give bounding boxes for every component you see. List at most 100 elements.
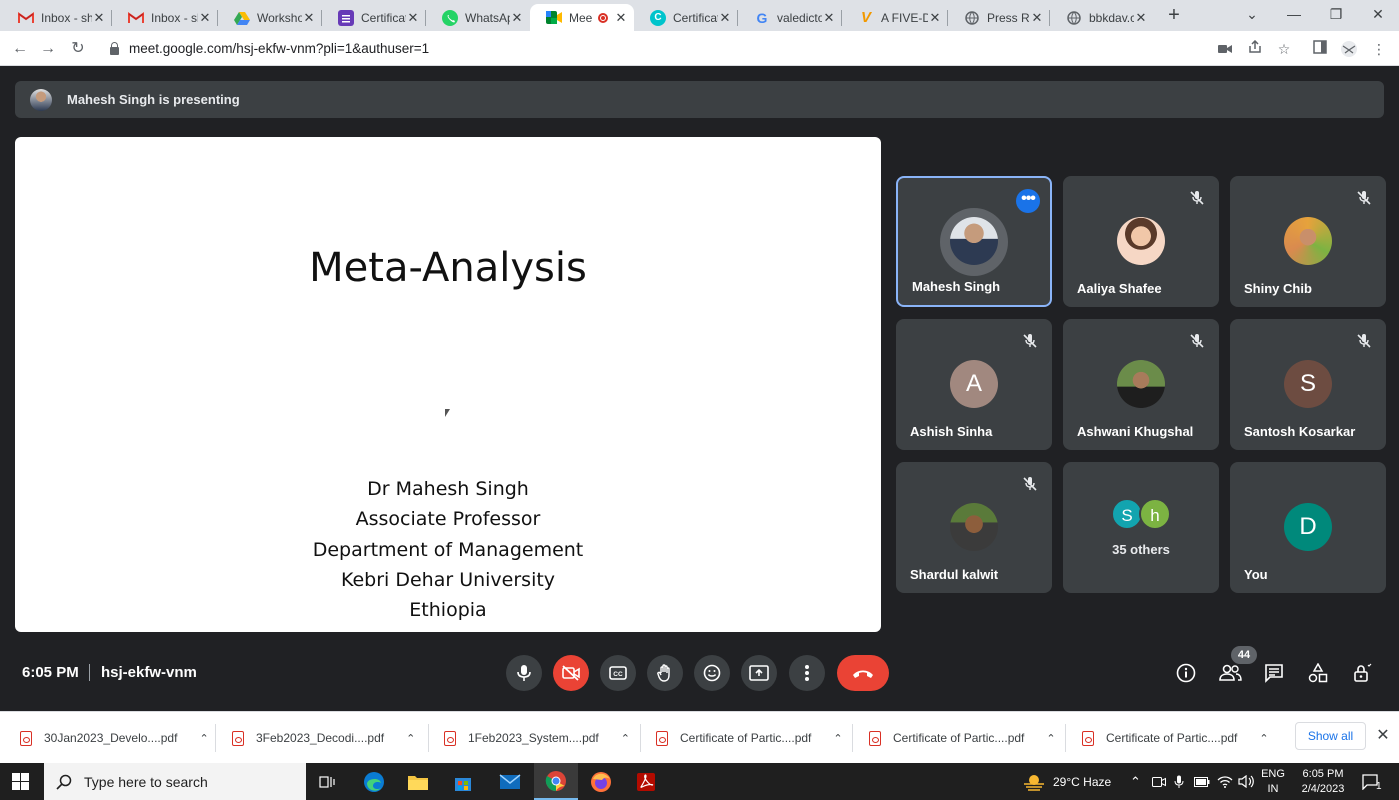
download-item[interactable]: 3Feb2023_Decodi....pdf ⌃ (232, 712, 415, 764)
reload-icon[interactable]: ↻ (67, 38, 89, 60)
new-tab-button[interactable]: + (1163, 4, 1185, 26)
chevron-up-icon[interactable]: ⌃ (1046, 732, 1055, 745)
close-icon[interactable]: ✕ (1374, 727, 1392, 745)
close-icon[interactable]: ✕ (718, 10, 732, 26)
weather-widget[interactable]: 29°C Haze (1023, 763, 1111, 800)
avatar (950, 503, 998, 551)
participant-tile[interactable]: Aaliya Shafee (1063, 176, 1219, 307)
download-item[interactable]: Certificate of Partic....pdf ⌃ (656, 712, 843, 764)
chat-button[interactable] (1262, 661, 1286, 685)
browser-tab[interactable]: Worksho ✕ (218, 4, 322, 31)
address-bar[interactable]: meet.google.com/hsj-ekfw-vnm?pli=1&authu… (100, 34, 1200, 63)
close-icon[interactable]: ✕ (614, 10, 628, 26)
meet-tray-icon[interactable] (1152, 763, 1166, 800)
browser-tab-active[interactable]: Meet ✕ (530, 4, 634, 31)
taskbar-search-input[interactable]: Type here to search (44, 763, 306, 800)
captions-button[interactable]: CC (600, 655, 636, 691)
show-all-downloads-button[interactable]: Show all (1295, 722, 1366, 750)
volume-icon[interactable] (1238, 763, 1254, 800)
more-options-button[interactable] (789, 655, 825, 691)
close-icon[interactable]: ✕ (406, 10, 420, 26)
language-indicator[interactable]: ENG (1258, 768, 1288, 780)
browser-tab[interactable]: Inbox - sh ✕ (2, 4, 112, 31)
tab-search-chevron-icon[interactable]: ⌄ (1231, 0, 1273, 31)
present-screen-button[interactable] (741, 655, 777, 691)
camera-off-button[interactable] (553, 655, 589, 691)
lock-icon[interactable] (110, 41, 119, 55)
participant-tile[interactable]: Shiny Chib (1230, 176, 1386, 307)
chevron-up-icon[interactable]: ⌃ (833, 732, 842, 745)
divider (89, 664, 90, 681)
browser-tab[interactable]: Press Rel ✕ (948, 4, 1050, 31)
chevron-up-icon[interactable]: ⌃ (1259, 732, 1268, 745)
chat-icon (1265, 664, 1283, 683)
download-item[interactable]: Certificate of Partic....pdf ⌃ (1082, 712, 1269, 764)
browser-tab[interactable]: Certificat ✕ (322, 4, 426, 31)
bookmark-star-icon[interactable]: ☆ (1275, 40, 1293, 58)
microphone-tray-icon[interactable] (1174, 763, 1184, 800)
side-panel-icon[interactable] (1311, 40, 1329, 58)
participant-tile[interactable]: Shardul kalwit (896, 462, 1052, 593)
participant-tile[interactable]: S Santosh Kosarkar (1230, 319, 1386, 450)
chevron-up-icon[interactable]: ⌃ (621, 732, 630, 745)
download-item[interactable]: 1Feb2023_System....pdf ⌃ (444, 712, 630, 764)
download-item[interactable]: 30Jan2023_Develo....pdf ⌃ (20, 712, 209, 764)
minimize-button[interactable]: — (1273, 0, 1315, 31)
raise-hand-button[interactable] (647, 655, 683, 691)
emoji-reaction-button[interactable] (694, 655, 730, 691)
firefox-icon[interactable] (579, 763, 623, 800)
close-icon[interactable]: ✕ (822, 10, 836, 26)
kebab-menu-icon[interactable]: ⋮ (1370, 40, 1388, 58)
file-explorer-icon[interactable] (396, 763, 440, 800)
start-tile (12, 773, 20, 781)
browser-tab[interactable]: bbkdav.c ✕ (1050, 4, 1154, 31)
shared-screen-slide[interactable]: Meta-Analysis Dr Mahesh Singh Associate … (15, 137, 881, 632)
back-arrow-icon[interactable]: ← (9, 38, 31, 60)
close-icon[interactable]: ✕ (1134, 10, 1148, 26)
close-icon[interactable]: ✕ (1030, 10, 1044, 26)
browser-tab[interactable]: C Certificat ✕ (634, 4, 738, 31)
meeting-details-button[interactable] (1174, 661, 1198, 685)
taskbar-clock-time[interactable]: 6:05 PM (1290, 768, 1356, 780)
leave-call-button[interactable] (837, 655, 889, 691)
edge-browser-icon[interactable] (352, 763, 396, 800)
close-icon[interactable]: ✕ (302, 10, 316, 26)
microsoft-store-icon[interactable] (441, 763, 485, 800)
profile-avatar[interactable] (1340, 40, 1358, 58)
wifi-icon[interactable] (1217, 763, 1233, 800)
participant-tile[interactable]: A Ashish Sinha (896, 319, 1052, 450)
forward-arrow-icon[interactable]: → (37, 38, 59, 60)
window-close-button[interactable]: ✕ (1357, 0, 1399, 31)
browser-tab[interactable]: Inbox - sh ✕ (112, 4, 218, 31)
windows-start-icon[interactable] (12, 773, 29, 790)
others-tile[interactable]: S h 35 others (1063, 462, 1219, 593)
notification-center-button[interactable]: 1 (1362, 763, 1382, 800)
activities-button[interactable] (1306, 661, 1330, 685)
chrome-icon[interactable] (534, 763, 578, 800)
close-icon[interactable]: ✕ (198, 10, 212, 26)
participant-tile[interactable]: ••• Mahesh Singh (896, 176, 1052, 307)
browser-tab[interactable]: WhatsAp ✕ (426, 4, 530, 31)
browser-tab[interactable]: G valedicto ✕ (738, 4, 842, 31)
close-icon[interactable]: ✕ (92, 10, 106, 26)
show-hidden-icons-chevron[interactable]: ⌃ (1130, 763, 1141, 800)
camera-indicator-icon[interactable] (1216, 40, 1234, 58)
maximize-button[interactable]: ❐ (1315, 0, 1357, 31)
acrobat-reader-icon[interactable] (624, 763, 668, 800)
battery-icon[interactable] (1194, 763, 1210, 800)
host-controls-button[interactable] (1350, 661, 1374, 685)
microphone-button[interactable] (506, 655, 542, 691)
task-view-icon[interactable] (306, 763, 350, 800)
download-item[interactable]: Certificate of Partic....pdf ⌃ (869, 712, 1056, 764)
chevron-up-icon[interactable]: ⌃ (406, 732, 415, 745)
close-icon[interactable]: ✕ (510, 10, 524, 26)
people-button[interactable] (1218, 661, 1242, 685)
chevron-up-icon[interactable]: ⌃ (199, 732, 208, 745)
more-options-icon[interactable]: ••• (1016, 189, 1040, 213)
browser-tab[interactable]: V A FIVE-D ✕ (842, 4, 948, 31)
close-icon[interactable]: ✕ (928, 10, 942, 26)
participant-tile[interactable]: Ashwani Khugshal (1063, 319, 1219, 450)
self-tile[interactable]: D You (1230, 462, 1386, 593)
share-icon[interactable] (1246, 39, 1264, 58)
mail-icon[interactable] (488, 763, 532, 800)
